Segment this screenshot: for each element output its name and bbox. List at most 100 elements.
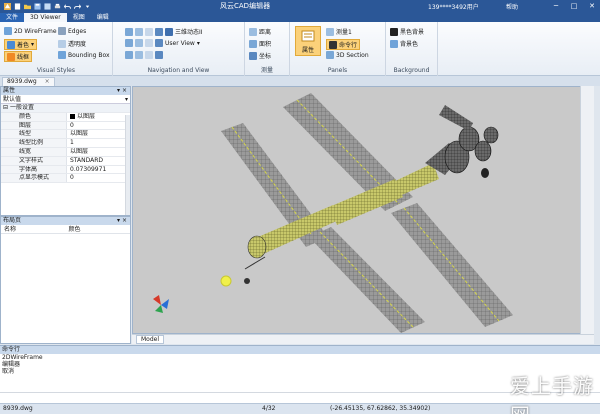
property-key: 点显示模式 bbox=[1, 174, 67, 183]
document-tab[interactable]: 8939.dwg × bbox=[2, 77, 55, 86]
close-icon[interactable]: ✕ bbox=[586, 1, 598, 10]
undo-icon[interactable] bbox=[64, 3, 71, 10]
command-panel-title: 命令行 bbox=[0, 346, 600, 354]
edges-button[interactable]: Edges bbox=[58, 27, 86, 35]
new-file-icon[interactable] bbox=[14, 2, 21, 10]
collapse-icon: ⊟ bbox=[3, 104, 9, 111]
properties-scrollbar[interactable] bbox=[125, 115, 130, 215]
property-key: 图层 bbox=[1, 121, 67, 130]
panel-pin-icon[interactable]: ▾ × bbox=[117, 217, 127, 225]
tab-file[interactable]: 文件 bbox=[0, 13, 25, 22]
extents-icon[interactable] bbox=[145, 51, 153, 59]
print-icon[interactable] bbox=[54, 3, 61, 10]
orbit-label[interactable]: 三维动态II bbox=[175, 27, 203, 36]
properties-panel-header: 属性 ▾ × bbox=[1, 87, 130, 95]
property-value: 以图层 bbox=[67, 113, 130, 121]
tab-3d-viewer[interactable]: 3D Viewer bbox=[24, 13, 67, 22]
group-background-label: Background bbox=[393, 67, 430, 74]
edges-icon bbox=[58, 27, 66, 35]
window-title: 风云CAD编辑器 bbox=[220, 2, 271, 10]
property-row[interactable]: 点显示模式 0 bbox=[1, 174, 130, 184]
measure1-button[interactable]: 测量1 bbox=[326, 27, 352, 36]
properties-panel: 属性 ▾ × 默认值 ▾ ⊟ 一般设置 颜色 以图层 图层 0 线型 以图层 线… bbox=[0, 86, 131, 216]
panel-pin-icon[interactable]: ▾ × bbox=[117, 87, 127, 95]
group-measure: 距离 面积 坐标 测量 bbox=[245, 22, 290, 76]
section-3d-button[interactable]: 3D Section bbox=[326, 51, 369, 59]
probe-marker bbox=[220, 275, 232, 287]
property-key: 线宽 bbox=[1, 147, 67, 156]
minimize-icon[interactable]: ─ bbox=[550, 1, 562, 10]
command-line-button[interactable]: 命令行 bbox=[326, 39, 361, 50]
distance-icon bbox=[249, 27, 257, 36]
user-account[interactable]: 139****3492用户 bbox=[428, 2, 479, 11]
group-navigation-view: 三维动态II User View ▾ Navigation and View bbox=[113, 22, 245, 76]
property-row[interactable]: 线宽 以图层 bbox=[1, 147, 130, 157]
drawing-canvas[interactable] bbox=[132, 86, 594, 334]
view-3d-icon[interactable] bbox=[165, 27, 173, 36]
open-folder-icon[interactable] bbox=[24, 3, 31, 10]
panel-measure-icon bbox=[326, 27, 334, 36]
walk-icon[interactable] bbox=[125, 51, 133, 59]
property-value: 0 bbox=[70, 174, 74, 182]
zoom-in-icon[interactable] bbox=[135, 39, 143, 47]
camera-icon[interactable] bbox=[155, 39, 163, 47]
canvas-vertical-scrollbar[interactable] bbox=[580, 86, 594, 334]
shaded-button[interactable]: 着色 ▾ bbox=[4, 39, 38, 50]
property-row[interactable]: 字体高 0.07309971 bbox=[1, 165, 130, 175]
canvas-horizontal-scrollbar[interactable] bbox=[132, 334, 594, 344]
save-icon[interactable] bbox=[34, 2, 41, 10]
user-view-select[interactable]: User View bbox=[165, 40, 195, 47]
ribbon-tabs: 文件 3D Viewer 视图 编辑 bbox=[0, 12, 600, 22]
column-name[interactable]: 名称 bbox=[1, 225, 66, 233]
transparency-button[interactable]: 透明度 bbox=[58, 39, 86, 48]
property-row[interactable]: 线型比例 1 bbox=[1, 139, 130, 148]
command-line-label: 命令行 bbox=[339, 42, 358, 49]
measure-coord-button[interactable]: 坐标 bbox=[249, 51, 271, 60]
save-as-icon[interactable] bbox=[44, 2, 51, 10]
zoom-out-icon[interactable] bbox=[145, 39, 153, 47]
group-panels-label: Panels bbox=[327, 67, 348, 74]
orbit-icon[interactable] bbox=[125, 27, 133, 36]
help-button[interactable]: 帮助 bbox=[506, 2, 518, 11]
wireframe-2d-button[interactable]: 2D WireFrame bbox=[4, 27, 57, 35]
properties-section[interactable]: ⊟ 一般设置 bbox=[1, 104, 130, 113]
model-tab[interactable]: Model bbox=[136, 335, 165, 344]
bounding-box-button[interactable]: Bounding Box bbox=[58, 51, 110, 59]
zoom-window-icon[interactable] bbox=[155, 27, 163, 36]
black-background-button[interactable]: 黑色背景 bbox=[390, 27, 424, 36]
redo-icon[interactable] bbox=[74, 3, 81, 10]
wireframe-2d-label: 2D WireFrame bbox=[14, 27, 57, 35]
fly-icon[interactable] bbox=[135, 51, 143, 59]
maximize-icon[interactable]: □ bbox=[568, 1, 580, 10]
quick-access-toolbar bbox=[0, 2, 91, 10]
property-row[interactable]: 颜色 以图层 bbox=[1, 112, 130, 122]
rotate-icon[interactable] bbox=[125, 39, 133, 47]
pan-icon[interactable] bbox=[135, 27, 143, 36]
chevron-down-icon: ▾ bbox=[124, 96, 128, 103]
close-tab-icon[interactable]: × bbox=[45, 78, 50, 85]
edges-label: Edges bbox=[68, 27, 87, 35]
measure-distance-button[interactable]: 距离 bbox=[249, 27, 271, 36]
axis-gizmo-icon bbox=[153, 295, 169, 313]
property-value: 0 bbox=[70, 121, 74, 129]
layout-panel: 布局页 ▾ × 名称 颜色 bbox=[0, 216, 131, 344]
tab-edit[interactable]: 编辑 bbox=[91, 13, 115, 22]
property-row[interactable]: 线型 以图层 bbox=[1, 130, 130, 140]
app-logo-icon bbox=[4, 2, 11, 10]
properties-combo[interactable]: 默认值 ▾ bbox=[1, 95, 130, 104]
view-cube-icon[interactable] bbox=[155, 51, 163, 59]
zoom-icon[interactable] bbox=[145, 27, 153, 36]
measure-area-button[interactable]: 面积 bbox=[249, 39, 271, 48]
bounding-box-label: Bounding Box bbox=[68, 51, 110, 59]
properties-button[interactable]: 属性 bbox=[295, 26, 321, 56]
wireframe-button[interactable]: 线框 bbox=[4, 51, 33, 62]
property-row[interactable]: 文字样式 STANDARD bbox=[1, 156, 130, 166]
command-history-line: 编辑器 bbox=[2, 361, 21, 368]
wireframe-style-icon bbox=[7, 52, 15, 61]
column-color[interactable]: 颜色 bbox=[66, 225, 131, 233]
tab-view[interactable]: 视图 bbox=[67, 13, 91, 22]
black-background-label: 黑色背景 bbox=[400, 29, 425, 36]
property-row[interactable]: 图层 0 bbox=[1, 121, 130, 131]
dropdown-icon[interactable] bbox=[84, 3, 91, 10]
background-color-button[interactable]: 背景色 bbox=[390, 39, 418, 48]
